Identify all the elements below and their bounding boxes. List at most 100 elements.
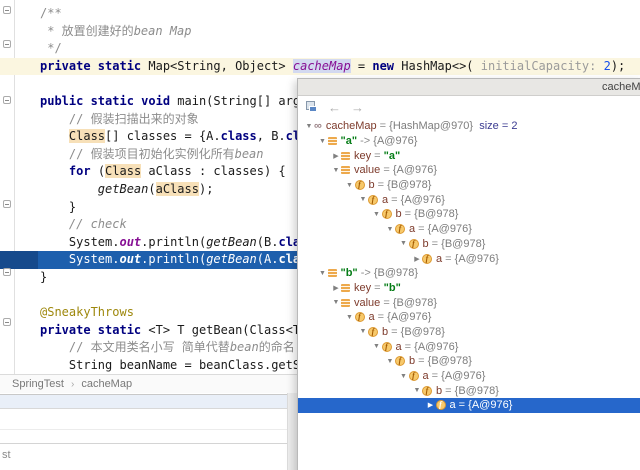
code-token: .println(: [141, 252, 206, 266]
variable-value: {B@978}: [401, 326, 445, 338]
entry-icon: [341, 299, 350, 307]
field-icon: f: [395, 356, 405, 366]
code-token: [40, 182, 98, 196]
code-line[interactable]: private static Map<String, Object> cache…: [0, 58, 640, 76]
tree-row[interactable]: ▶key = "a": [298, 148, 640, 163]
operator: ->: [358, 267, 374, 279]
field-icon: f: [382, 209, 392, 219]
popup-titlebar[interactable]: cacheMap: [298, 79, 640, 96]
breadcrumb-item-member[interactable]: cacheMap: [81, 378, 132, 390]
tree-row[interactable]: ▼fb = {B@978}: [298, 237, 640, 252]
fold-marker-icon[interactable]: [3, 268, 11, 276]
code-token: getBean: [98, 182, 149, 196]
variable-value: {A@976}: [387, 311, 431, 323]
collapse-icon[interactable]: ▼: [372, 343, 382, 350]
code-token: @SneakyThrows: [40, 305, 134, 319]
collapse-icon[interactable]: ▼: [331, 299, 341, 306]
code-token: for: [69, 164, 91, 178]
fold-marker-icon[interactable]: [3, 96, 11, 104]
divider-line: [0, 443, 287, 444]
field-icon: f: [382, 342, 392, 352]
operator: =: [429, 370, 442, 382]
tree-row[interactable]: ▼∞cacheMap = {HashMap@970} size = 2: [298, 119, 640, 134]
collapse-icon[interactable]: ▼: [318, 270, 328, 277]
fold-marker-icon[interactable]: [3, 200, 11, 208]
tree-row[interactable]: ▶fa = {A@976}: [298, 398, 640, 413]
collapse-icon[interactable]: ▼: [318, 138, 328, 145]
field-icon: f: [422, 254, 432, 264]
fold-marker-icon[interactable]: [3, 318, 11, 326]
expand-icon[interactable]: ▶: [331, 284, 341, 292]
tree-row[interactable]: ▼fb = {B@978}: [298, 207, 640, 222]
code-token: [40, 217, 69, 231]
operator: =: [380, 297, 393, 309]
variable-name: value: [354, 164, 380, 176]
code-token: public static void: [40, 94, 177, 108]
collapse-icon[interactable]: ▼: [412, 387, 422, 394]
collapse-icon[interactable]: ▼: [304, 123, 314, 130]
collapse-icon[interactable]: ▼: [345, 314, 355, 321]
forward-arrow-icon[interactable]: →: [351, 101, 364, 114]
collapse-icon[interactable]: ▼: [331, 167, 341, 174]
code-line[interactable]: /**: [0, 5, 640, 23]
collapse-icon[interactable]: ▼: [385, 358, 395, 365]
collapse-icon[interactable]: ▼: [345, 182, 355, 189]
tree-row[interactable]: ▼value = {B@978}: [298, 295, 640, 310]
code-token: , B.: [257, 129, 286, 143]
fold-marker-icon[interactable]: [3, 6, 11, 14]
code-line[interactable]: */: [0, 40, 640, 58]
tree-row[interactable]: ▼ "b" -> {B@978}: [298, 266, 640, 281]
entry-icon: [341, 152, 350, 160]
tree-row[interactable]: ▼fb = {B@978}: [298, 178, 640, 193]
tree-row[interactable]: ▼fa = {A@976}: [298, 192, 640, 207]
tree-row[interactable]: ▼fa = {A@976}: [298, 369, 640, 384]
collapse-icon[interactable]: ▼: [385, 226, 395, 233]
tree-row[interactable]: ▼value = {A@976}: [298, 163, 640, 178]
tree-row[interactable]: ▶key = "b": [298, 281, 640, 296]
operator: =: [442, 385, 455, 397]
tree-row[interactable]: ▼fa = {A@976}: [298, 310, 640, 325]
back-arrow-icon[interactable]: ←: [328, 101, 341, 114]
operator: =: [415, 355, 428, 367]
breadcrumb-item-class[interactable]: SpringTest: [12, 378, 64, 390]
code-token: System.: [40, 252, 119, 266]
expand-icon[interactable]: ▶: [412, 255, 422, 263]
tree-row[interactable]: ▼fb = {B@978}: [298, 383, 640, 398]
code-token: [40, 340, 69, 354]
tree-row[interactable]: ▼fa = {A@976}: [298, 339, 640, 354]
code-token: out: [119, 252, 141, 266]
collapse-icon[interactable]: ▼: [372, 211, 382, 218]
operator: =: [456, 399, 469, 411]
inspect-icon[interactable]: [306, 101, 318, 113]
operator: =: [375, 179, 388, 191]
tree-row[interactable]: ▼fa = {A@976}: [298, 222, 640, 237]
expand-icon[interactable]: ▶: [331, 152, 341, 160]
variable-name: cacheMap: [326, 120, 377, 132]
collapse-icon[interactable]: ▼: [399, 240, 409, 247]
collapse-icon[interactable]: ▼: [399, 373, 409, 380]
variable-value: {A@976}: [401, 194, 445, 206]
entry-icon: [341, 166, 350, 174]
breadcrumb-separator-icon: ›: [71, 379, 74, 390]
variable-name: key: [354, 282, 371, 294]
tree-row[interactable]: ▶fa = {A@976}: [298, 251, 640, 266]
variable-value: {A@976}: [373, 135, 417, 147]
field-icon: f: [436, 400, 446, 410]
code-line[interactable]: * 放置创建好的bean Map: [0, 23, 640, 41]
variable-name: "b": [341, 267, 358, 279]
variable-value: {B@978}: [374, 267, 418, 279]
collapse-icon[interactable]: ▼: [358, 328, 368, 335]
tree-row[interactable]: ▼"a" -> {A@976}: [298, 134, 640, 149]
expand-icon[interactable]: ▶: [426, 401, 436, 409]
variables-tree[interactable]: ▼∞cacheMap = {HashMap@970} size = 2▼"a" …: [298, 119, 640, 470]
collapse-icon[interactable]: ▼: [358, 196, 368, 203]
variable-value: {HashMap@970}: [389, 120, 473, 132]
fold-marker-icon[interactable]: [3, 40, 11, 48]
cutoff-tab-label: st: [2, 449, 11, 461]
tree-row[interactable]: ▼fb = {B@978}: [298, 325, 640, 340]
tree-row[interactable]: ▼fb = {B@978}: [298, 354, 640, 369]
operator: =: [402, 341, 415, 353]
variable-name: "a": [341, 135, 358, 147]
code-token: =: [351, 59, 373, 73]
code-token: [] classes = {A.: [105, 129, 221, 143]
